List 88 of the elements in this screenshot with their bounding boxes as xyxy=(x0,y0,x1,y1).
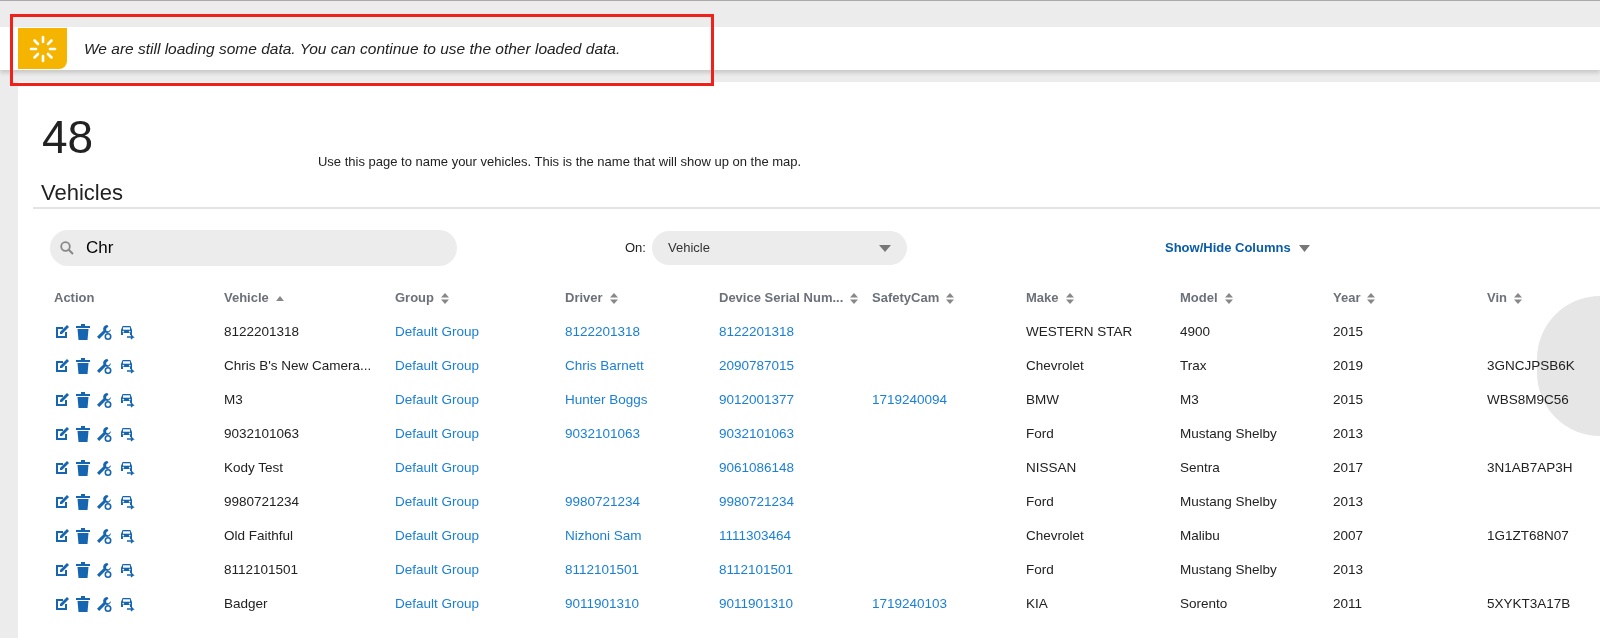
table-cell: 2007 xyxy=(1333,527,1364,543)
table-cell: 9980721234 xyxy=(224,493,300,509)
table-link[interactable]: 8112101501 xyxy=(565,561,640,577)
column-header: Action xyxy=(54,290,95,306)
table-cell: KIA xyxy=(1026,595,1048,611)
table-link[interactable]: 8122201318 xyxy=(719,323,795,339)
table-link[interactable]: 9012001377 xyxy=(719,391,795,407)
table-cell: Chevrolet xyxy=(1026,357,1084,373)
table-link[interactable]: 9032101063 xyxy=(565,425,641,441)
table-cell: 2013 xyxy=(1333,561,1364,577)
table-link[interactable]: 9011901310 xyxy=(565,595,640,611)
table-cell: Mustang Shelby xyxy=(1180,493,1277,509)
column-header[interactable]: Group xyxy=(395,290,434,306)
table-cell: Sentra xyxy=(1180,459,1220,475)
table-link[interactable]: Default Group xyxy=(395,425,480,441)
table-cell: 8122201318 xyxy=(224,323,300,339)
table-cell: 2013 xyxy=(1333,425,1364,441)
table-cell: Mustang Shelby xyxy=(1180,561,1277,577)
table-cell: Chris B's New Camera... xyxy=(224,357,372,373)
table-link[interactable]: Default Group xyxy=(395,323,480,339)
table-link[interactable]: 1111303464 xyxy=(719,527,792,543)
table-cell: Trax xyxy=(1180,357,1207,373)
table-cell: 2015 xyxy=(1333,391,1364,407)
table-link[interactable]: Default Group xyxy=(395,561,480,577)
table-cell: 2017 xyxy=(1333,459,1364,475)
table-cell: WESTERN STAR xyxy=(1026,323,1133,339)
table-cell: 3GNCJPSB6K xyxy=(1487,357,1575,373)
show-hide-columns-button[interactable]: Show/Hide Columns xyxy=(1164,238,1310,258)
table-cell: 2011 xyxy=(1333,595,1363,611)
table-cell: 5XYKT3A17B xyxy=(1487,595,1571,611)
alert-message: We are still loading some data. You can continue to use the other loaded data. xyxy=(84,38,621,59)
search-field[interactable]: Chr xyxy=(50,230,457,266)
column-header[interactable]: Vehicle xyxy=(224,290,269,306)
table-cell: Mustang Shelby xyxy=(1180,425,1277,441)
table-link[interactable]: Nizhoni Sam xyxy=(565,527,642,543)
filter-label: On: xyxy=(625,239,646,258)
table-link[interactable]: 9032101063 xyxy=(719,425,795,441)
table-cell: Badger xyxy=(224,595,268,611)
table-link[interactable]: 1719240103 xyxy=(872,595,948,611)
table-link[interactable]: Default Group xyxy=(395,527,480,543)
table-cell: 2015 xyxy=(1333,323,1364,339)
column-header[interactable]: Model xyxy=(1180,290,1218,306)
table-cell: BMW xyxy=(1026,391,1059,407)
table-cell: 2013 xyxy=(1333,493,1364,509)
table-cell: 9032101063 xyxy=(224,425,300,441)
column-header[interactable]: SafetyCam xyxy=(872,290,940,306)
table-cell: NISSAN xyxy=(1026,459,1077,475)
filter-dropdown[interactable]: Vehicle xyxy=(651,231,907,265)
table-cell: Kody Test xyxy=(224,459,284,475)
table-link[interactable]: Default Group xyxy=(395,595,480,611)
table-cell: Ford xyxy=(1026,561,1054,577)
table-cell: Malibu xyxy=(1180,527,1220,543)
table-cell: 1G1ZT68N07 xyxy=(1487,527,1569,543)
column-header[interactable]: Make xyxy=(1026,290,1059,306)
table-link[interactable]: Default Group xyxy=(395,357,480,373)
table-link[interactable]: 9011901310 xyxy=(719,595,794,611)
table-cell: Chevrolet xyxy=(1026,527,1084,543)
table-cell: Ford xyxy=(1026,425,1054,441)
table-cell: M3 xyxy=(1180,391,1199,407)
table-cell: WBS8M9C56 xyxy=(1487,391,1569,407)
column-header[interactable]: Device Serial Num... xyxy=(719,290,844,306)
search-input[interactable]: Chr xyxy=(86,235,386,261)
table-link[interactable]: Default Group xyxy=(395,493,480,509)
page-title: Vehicles xyxy=(40,179,123,207)
table-link[interactable]: Default Group xyxy=(395,391,480,407)
table-link[interactable]: Chris Barnett xyxy=(565,357,644,373)
table-cell: 8112101501 xyxy=(224,561,299,577)
column-header[interactable]: Year xyxy=(1333,290,1361,306)
table-link[interactable]: 1719240094 xyxy=(872,391,948,407)
table-link[interactable]: 9980721234 xyxy=(565,493,641,509)
table-link[interactable]: 9980721234 xyxy=(719,493,795,509)
table-link[interactable]: Default Group xyxy=(395,459,480,475)
table-link[interactable]: 8112101501 xyxy=(719,561,794,577)
table-cell: 4900 xyxy=(1180,323,1211,339)
table-link[interactable]: Hunter Boggs xyxy=(565,391,648,407)
vehicle-count: 48 xyxy=(41,110,95,160)
table-cell: 3N1AB7AP3H xyxy=(1487,459,1573,475)
table-link[interactable]: 8122201318 xyxy=(565,323,641,339)
column-header[interactable]: Driver xyxy=(565,290,603,306)
table-cell: Sorento xyxy=(1180,595,1228,611)
table-cell: Ford xyxy=(1026,493,1054,509)
table-link[interactable]: 9061086148 xyxy=(719,459,795,475)
table-cell: M3 xyxy=(224,391,243,407)
table-link[interactable]: 2090787015 xyxy=(719,357,795,373)
table-cell: Old Faithful xyxy=(224,527,294,543)
page-description: Use this page to name your vehicles. This is the name that will show up on the map. xyxy=(317,153,802,171)
column-header[interactable]: Vin xyxy=(1487,290,1507,306)
table-cell: 2019 xyxy=(1333,357,1364,373)
